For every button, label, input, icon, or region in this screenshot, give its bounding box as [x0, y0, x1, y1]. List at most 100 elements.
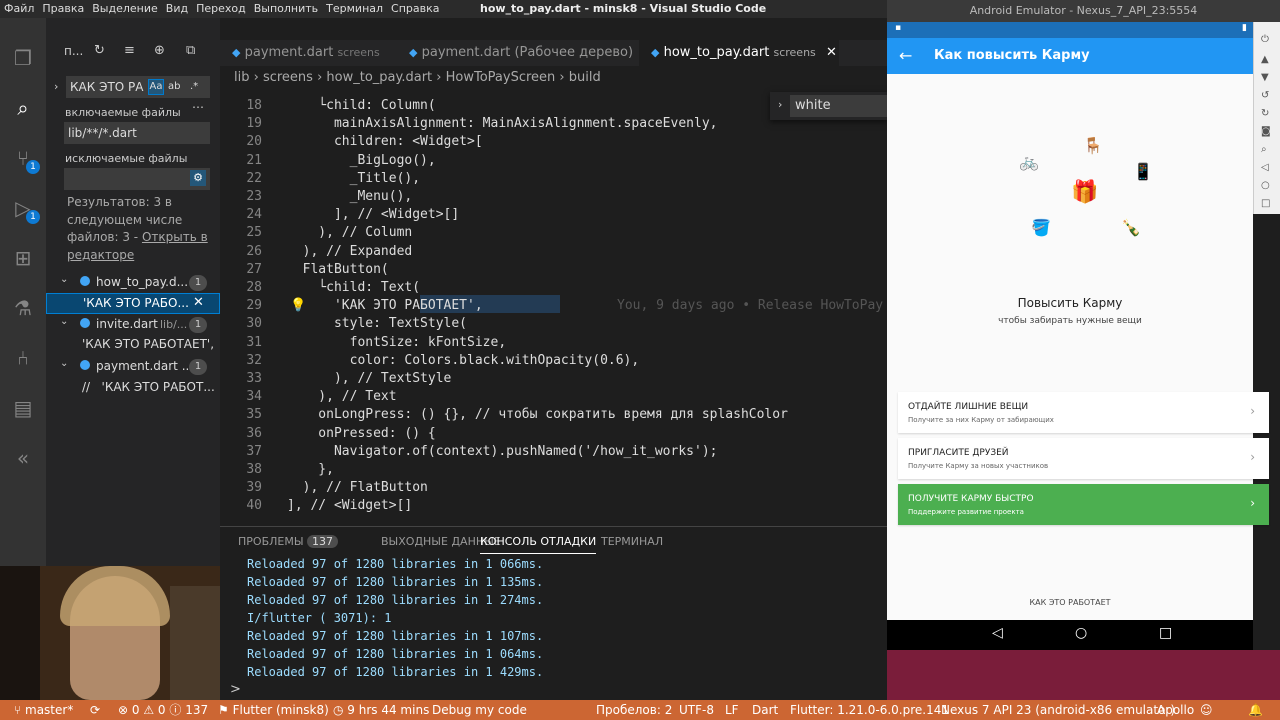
encoding[interactable]: UTF-8 [679, 700, 714, 720]
result-match-text[interactable]: 'КАК ЭТО РАБОТАЕТ', [82, 337, 214, 351]
match-case-button[interactable]: Aa [148, 79, 164, 95]
exclude-input[interactable]: ⚙ [64, 168, 210, 190]
breadcrumb-item[interactable]: build [569, 70, 601, 85]
card-invite-friends[interactable]: ПРИГЛАСИТЕ ДРУЗЕЙ Получите Карму за новы… [898, 438, 1269, 479]
tab-debug-console[interactable]: КОНСОЛЬ ОТЛАДКИ [480, 535, 597, 554]
refresh-icon[interactable]: ↻ [94, 43, 105, 58]
testing-icon[interactable]: ⚗ [9, 294, 37, 322]
include-label: включаемые файлы [65, 106, 181, 119]
flutter-icon[interactable]: « [9, 444, 37, 472]
new-search-editor-icon[interactable]: ⊕ [154, 43, 165, 58]
notifications-icon[interactable]: 🔔 [1248, 700, 1263, 720]
rotate-left-icon[interactable]: ↺ [1261, 90, 1269, 101]
feedback-icon[interactable]: ☺ [1200, 700, 1213, 720]
volume-up-icon[interactable]: ▲ [1261, 54, 1269, 65]
branch-indicator[interactable]: ⑂ master* [14, 700, 73, 720]
result-match-row[interactable]: 'КАК ЭТО РАБО... ✕ [46, 293, 220, 314]
nav-home-icon[interactable]: ○ [1075, 625, 1087, 641]
menu-run[interactable]: Выполнить [250, 0, 322, 18]
breadcrumb-item[interactable]: screens [263, 70, 313, 85]
rotate-right-icon[interactable]: ↻ [1261, 108, 1269, 119]
breadcrumb-item[interactable]: lib [234, 70, 249, 85]
git-graph-icon[interactable]: ⑃ [9, 344, 37, 372]
menu-edit[interactable]: Правка [38, 0, 88, 18]
menu-help[interactable]: Справка [387, 0, 443, 18]
match-word-button[interactable]: ab [168, 79, 180, 95]
debug-mode[interactable]: Debug my code [432, 700, 527, 720]
docker-icon[interactable]: ▤ [9, 394, 37, 422]
language-mode[interactable]: Dart [752, 700, 778, 720]
problems-indicator[interactable]: ⊗ 0 ⚠ 0 ⓘ 137 [118, 700, 208, 720]
menu-view[interactable]: Вид [162, 0, 192, 18]
menu-terminal[interactable]: Терминал [322, 0, 387, 18]
use-exclude-settings-icon[interactable]: ⚙ [190, 170, 206, 186]
include-input[interactable]: lib/**/*.dart [64, 122, 210, 144]
explorer-icon[interactable]: ❐ [9, 44, 37, 72]
line-number: 23 [246, 189, 262, 204]
breadcrumb-item[interactable]: HowToPayScreen [446, 70, 556, 85]
code-line: style: TextStyle( [287, 316, 468, 332]
debug-icon[interactable]: ▷ 1 [9, 194, 40, 224]
code-line: 'КАК ЭТО РАБОТАЕТ', [287, 298, 483, 314]
source-control-icon[interactable]: ⑂ 1 [9, 144, 40, 174]
menu-go[interactable]: Переход [192, 0, 250, 18]
find-input[interactable]: white [790, 95, 887, 117]
flutter-version[interactable]: Flutter: 1.21.0-6.0.pre.141 [790, 700, 949, 720]
result-file-row[interactable]: ⌄ how_to_pay.d... 1 [46, 272, 220, 294]
line-number: 35 [246, 407, 262, 423]
nav-back-icon[interactable]: ◁ [992, 625, 1003, 641]
card-get-karma[interactable]: ПОЛУЧИТЕ КАРМУ БЫСТРО Поддержите развити… [898, 484, 1269, 525]
dart-file-icon [80, 360, 90, 370]
tab-how-to-pay-dart[interactable]: ◆ how_to_pay.dart screens ✕ [639, 40, 839, 66]
volume-down-icon[interactable]: ▼ [1261, 72, 1269, 83]
card-give-items[interactable]: ОТДАЙТЕ ЛИШНИЕ ВЕЩИ Получите за них Карм… [898, 392, 1269, 433]
card-subtitle: Получите Карму за новых участников [908, 462, 1049, 470]
result-match-text[interactable]: // 'КАК ЭТО РАБОТ... [82, 380, 215, 394]
flutter-project[interactable]: ⚑ Flutter (minsk8) [218, 700, 329, 720]
how-it-works-button[interactable]: КАК ЭТО РАБОТАЕТ [887, 598, 1253, 607]
clear-results-icon[interactable]: ≡ [124, 43, 135, 58]
tab-payment-worktree[interactable]: ◆ payment.dart (Рабочее дерево) [397, 40, 639, 66]
camera-icon[interactable]: ◙ [1261, 126, 1271, 137]
home-icon[interactable]: ○ [1261, 180, 1270, 191]
dismiss-match-icon[interactable]: ✕ [193, 295, 204, 310]
tab-problems[interactable]: ПРОБЛЕМЫ 137 [238, 535, 339, 548]
search-input[interactable]: КАК ЭТО РА Aa ab .* [66, 76, 210, 98]
sync-icon[interactable]: ⟳ [90, 700, 100, 720]
tab-terminal[interactable]: ТЕРМИНАЛ [601, 535, 663, 548]
code-editor[interactable]: 💡 18 └child: Column(19 mainAxisAlignment… [220, 90, 887, 526]
window-title: how_to_pay.dart - minsk8 - Visual Studio… [480, 2, 767, 15]
app-bar: ← Как повысить Карму [887, 38, 1253, 74]
power-icon[interactable]: ⏻ [1261, 34, 1269, 45]
close-tab-icon[interactable]: ✕ [826, 45, 837, 60]
device-selector[interactable]: Nexus 7 API 23 (android-x86 emulator) [941, 700, 1175, 720]
search-icon[interactable]: ⌕ [9, 94, 37, 122]
time-tracker[interactable]: ◷ 9 hrs 44 mins [333, 700, 429, 720]
toggle-details-icon[interactable]: ⋯ [192, 100, 204, 114]
indentation[interactable]: Пробелов: 2 [596, 700, 672, 720]
chevron-down-icon: ⌄ [60, 274, 69, 285]
tab-payment-dart[interactable]: ◆ payment.dart screens [220, 40, 397, 66]
apollo-status[interactable]: Apollo [1157, 700, 1194, 720]
toggle-replace-icon[interactable]: › [54, 80, 58, 93]
toggle-replace-icon[interactable]: › [778, 98, 782, 111]
result-file-row[interactable]: ⌄ invite.dart lib/... 1 [46, 314, 220, 336]
extensions-icon[interactable]: ⊞ [9, 244, 37, 272]
result-file-row[interactable]: ⌄ payment.dart ... 1 [46, 356, 220, 378]
regex-button[interactable]: .* [190, 79, 198, 95]
console-prompt[interactable]: > [230, 682, 241, 697]
overview-icon[interactable]: □ [1261, 198, 1270, 209]
code-line: _Menu(), [287, 189, 413, 204]
dart-file-icon [80, 276, 90, 286]
menu-file[interactable]: Файл [0, 0, 38, 18]
back-arrow-icon[interactable]: ← [899, 46, 912, 65]
code-line: fontSize: kFontSize, [287, 334, 507, 350]
android-nav-bar: ◁ ○ □ [887, 620, 1253, 650]
breadcrumb-item[interactable]: how_to_pay.dart [326, 70, 432, 85]
nav-recents-icon[interactable]: □ [1159, 625, 1172, 641]
line-ending[interactable]: LF [725, 700, 739, 720]
menu-selection[interactable]: Выделение [88, 0, 162, 18]
collapse-all-icon[interactable]: ⧉ [186, 43, 195, 58]
back-icon[interactable]: ◁ [1261, 162, 1269, 173]
zoom-icon[interactable]: ⌕ [1261, 144, 1267, 155]
